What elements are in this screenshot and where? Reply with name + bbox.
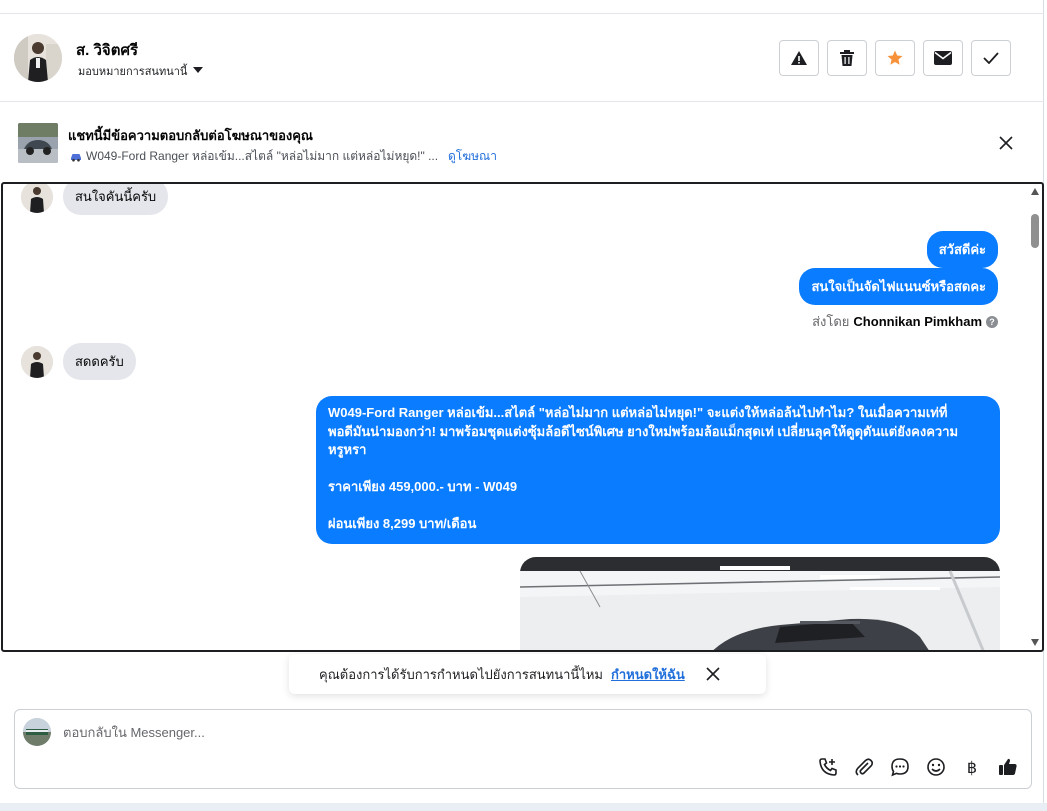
scrollbar[interactable] <box>1028 184 1042 650</box>
ad-banner-title: แชทนี้มีข้อความตอบกลับต่อโฆษณาของคุณ <box>68 128 313 143</box>
close-prompt-button[interactable] <box>705 666 721 682</box>
ad-reply-banner: แชทนี้มีข้อความตอบกลับต่อโฆษณาของคุณ W04… <box>0 103 1044 181</box>
car-photo-message[interactable] <box>520 557 1000 650</box>
call-button[interactable] <box>817 756 839 778</box>
spam-button[interactable] <box>779 40 819 76</box>
assign-to-me-link[interactable]: กำหนดให้ฉัน <box>611 664 685 685</box>
attach-button[interactable] <box>853 756 875 778</box>
scroll-down-arrow[interactable] <box>1031 639 1039 646</box>
sent-by-prefix: ส่งโดย <box>812 314 850 329</box>
chevron-down-icon <box>193 67 204 73</box>
emoji-button[interactable] <box>925 756 947 778</box>
assign-conversation-dropdown[interactable]: มอบหมายการสนทนานี้ <box>78 62 204 80</box>
star-icon <box>887 50 903 65</box>
payment-button[interactable]: ฿ <box>961 756 983 778</box>
close-icon <box>706 667 720 681</box>
outgoing-message: สนใจเป็นจัดไฟแนนซ์หรือสดคะ <box>799 268 998 305</box>
saved-replies-button[interactable] <box>889 756 911 778</box>
ad-description: W049-Ford Ranger หล่อเข้ม...สไตล์ "หล่อไ… <box>70 147 438 166</box>
envelope-icon <box>934 51 952 65</box>
conversation-header: ส. วิจิตศรี มอบหมายการสนทนานี้ <box>0 14 1044 102</box>
contact-name: ส. วิจิตศรี <box>76 42 139 59</box>
composer-toolbar: ฿ <box>817 756 1019 778</box>
baht-icon: ฿ <box>966 757 978 777</box>
message-line: ราคาเพียง 459,000.- บาท - W049 <box>328 479 518 494</box>
delete-button[interactable] <box>827 40 867 76</box>
page-avatar <box>23 718 51 746</box>
paperclip-icon <box>855 758 874 776</box>
like-button[interactable] <box>997 756 1019 778</box>
sent-by-name: Chonnikan Pimkham <box>853 314 982 329</box>
app-frame: ส. วิจิตศรี มอบหมายการสนทนานี้ แชทนี้มีข… <box>0 0 1044 803</box>
message-line <box>328 460 988 479</box>
emoji-icon <box>927 758 945 776</box>
message-line: ผ่อนเพียง 8,299 บาท/เดือน <box>328 516 477 531</box>
scrollbar-thumb[interactable] <box>1031 214 1039 248</box>
incoming-message: สดดครับ <box>21 343 136 380</box>
mail-button[interactable] <box>923 40 963 76</box>
scroll-up-arrow[interactable] <box>1031 188 1039 195</box>
chat-bubble-icon <box>891 758 909 777</box>
assign-label: มอบหมายการสนทนานี้ <box>78 66 188 78</box>
car-icon <box>71 153 81 161</box>
message-bubble: สดดครับ <box>63 343 136 380</box>
warning-icon <box>791 51 807 65</box>
reply-composer: ฿ <box>14 709 1032 789</box>
ad-thumbnail <box>18 123 58 163</box>
incoming-message: สนใจคันนี้ครับ <box>21 184 169 215</box>
ad-description-text: W049-Ford Ranger หล่อเข้ม...สไตล์ "หล่อไ… <box>86 149 439 163</box>
message-bubble: สนใจคันนี้ครับ <box>63 184 169 215</box>
message-line <box>328 497 988 516</box>
assign-prompt-text: คุณต้องการได้รับการกำหนดไปยังการสนทนานี้… <box>319 666 603 682</box>
outgoing-message: สวัสดีค่ะ <box>926 231 998 268</box>
sent-by-label: ส่งโดย Chonnikan Pimkham ? <box>812 311 998 332</box>
message-line: หรูหรา <box>328 442 367 457</box>
star-button[interactable] <box>875 40 915 76</box>
close-banner-button[interactable] <box>996 133 1016 153</box>
header-actions <box>779 40 1011 76</box>
contact-avatar-small <box>21 345 53 378</box>
outgoing-ad-message: W049-Ford Ranger หล่อเข้ม...สไตล์ "หล่อไ… <box>316 396 1000 544</box>
reply-input[interactable] <box>63 720 763 744</box>
view-ad-link[interactable]: ดูโฆษณา <box>448 147 497 166</box>
phone-plus-icon <box>819 758 837 776</box>
thumbs-up-icon <box>999 758 1017 775</box>
contact-avatar-small <box>21 184 53 213</box>
page-bottom-strip <box>0 803 1047 811</box>
trash-icon <box>840 50 854 66</box>
message-line: พอดีมันน่ามองกว่า! มาพร้อมชุดแต่งซุ้มล้อ… <box>328 423 959 439</box>
help-icon[interactable]: ? <box>986 315 998 328</box>
check-icon <box>983 52 999 64</box>
done-button[interactable] <box>971 40 1011 76</box>
message-thread[interactable]: สนใจคันนี้ครับ สวัสดีค่ะ สนใจเป็นจัดไฟแน… <box>1 182 1044 652</box>
close-icon <box>999 136 1013 150</box>
assign-prompt: คุณต้องการได้รับการกำหนดไปยังการสนทนานี้… <box>289 654 766 694</box>
message-line: W049-Ford Ranger หล่อเข้ม...สไตล์ "หล่อไ… <box>328 405 948 420</box>
contact-avatar[interactable] <box>14 34 62 82</box>
